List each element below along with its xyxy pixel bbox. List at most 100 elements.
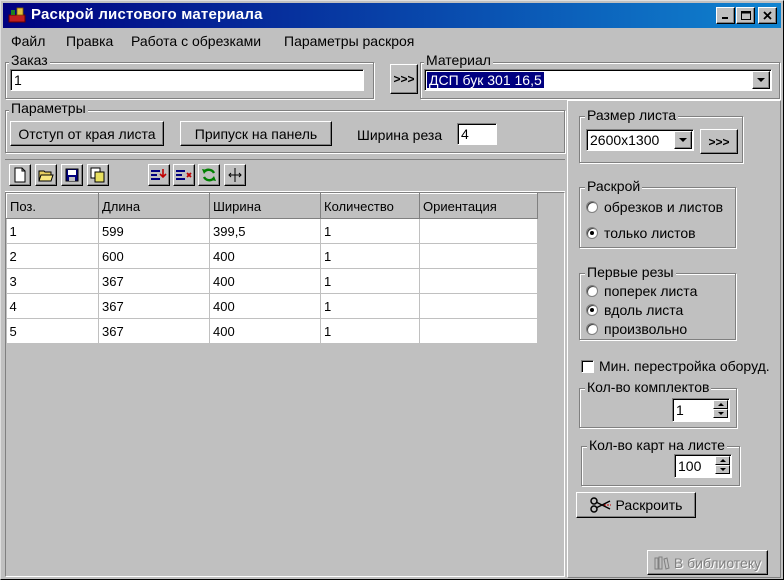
material-dropdown-button[interactable] — [752, 71, 770, 89]
refresh-button[interactable] — [198, 164, 220, 186]
cell[interactable]: 2 — [6, 243, 99, 269]
cell[interactable]: 1 — [320, 243, 420, 269]
order-arrow-button[interactable]: >>> — [390, 64, 418, 94]
cell[interactable]: 4 — [6, 293, 99, 319]
cut-button-label: Раскроить — [615, 497, 683, 513]
cards-spinbox[interactable]: 100 — [674, 454, 732, 478]
first-cuts-option-along[interactable]: вдоль листа — [604, 302, 683, 318]
split-button[interactable] — [224, 164, 246, 186]
cell[interactable]: 1 — [320, 293, 420, 319]
spin-down-button[interactable] — [715, 465, 730, 474]
first-cuts-radio-along[interactable] — [586, 304, 598, 316]
cards-spinner[interactable] — [715, 456, 730, 474]
minimize-button[interactable] — [716, 7, 735, 24]
down-arrow-icon — [719, 468, 726, 471]
col-width[interactable]: Ширина — [209, 193, 321, 219]
kits-spinbox[interactable]: 1 — [672, 398, 730, 422]
cell[interactable]: 367 — [98, 318, 210, 344]
cell[interactable] — [419, 268, 538, 294]
first-cuts-option-any[interactable]: произвольно — [604, 321, 687, 337]
first-cuts-radio-across[interactable] — [586, 285, 598, 297]
sheet-size-dropdown-button[interactable] — [674, 131, 692, 149]
cell[interactable]: 400 — [209, 318, 321, 344]
table-row[interactable]: 3 367 400 1 — [6, 268, 538, 294]
menu-offcuts[interactable]: Работа с обрезками — [131, 33, 261, 49]
cell[interactable]: 599 — [98, 218, 210, 244]
col-pos[interactable]: Поз. — [6, 193, 99, 219]
cell[interactable]: 399,5 — [209, 218, 321, 244]
down-arrow-icon — [717, 412, 724, 415]
order-input[interactable]: 1 — [10, 69, 364, 91]
cards-label: Кол-во карт на листе — [587, 437, 727, 453]
spin-up-button[interactable] — [713, 400, 728, 409]
sheet-size-value: 2600x1300 — [590, 132, 660, 148]
cell[interactable]: 3 — [6, 268, 99, 294]
cell[interactable]: 5 — [6, 318, 99, 344]
menu-file[interactable]: Файл — [11, 33, 45, 49]
cutting-option-offcuts[interactable]: обрезков и листов — [604, 199, 723, 215]
cutting-option-sheets[interactable]: только листов — [604, 225, 696, 241]
cell[interactable] — [419, 318, 538, 344]
sheet-size-arrow-button[interactable]: >>> — [700, 129, 738, 154]
kerf-label: Ширина реза — [357, 127, 443, 143]
sheet-size-select[interactable]: 2600x1300 — [586, 129, 694, 151]
menu-edit[interactable]: Правка — [66, 33, 113, 49]
cell[interactable] — [419, 293, 538, 319]
main-window: Раскрой листового материала Файл Правка … — [0, 0, 784, 580]
cell[interactable]: 400 — [209, 293, 321, 319]
cell[interactable] — [419, 243, 538, 269]
cell[interactable]: 1 — [320, 318, 420, 344]
cell[interactable]: 1 — [6, 218, 99, 244]
min-rebuild-checkbox[interactable] — [581, 360, 594, 373]
open-button[interactable] — [35, 164, 57, 186]
menu-cutting-params[interactable]: Параметры раскроя — [284, 33, 414, 49]
order-label: Заказ — [9, 52, 50, 68]
table-row[interactable]: 2 600 400 1 — [6, 243, 538, 269]
cell[interactable]: 400 — [209, 268, 321, 294]
cell[interactable]: 400 — [209, 243, 321, 269]
cell[interactable]: 1 — [320, 218, 420, 244]
spin-up-button[interactable] — [715, 456, 730, 465]
col-qty[interactable]: Количество — [320, 193, 420, 219]
delete-row-icon — [176, 170, 192, 180]
delete-row-button[interactable] — [173, 164, 195, 186]
close-button[interactable] — [758, 7, 777, 24]
cell[interactable]: 600 — [98, 243, 210, 269]
table-row[interactable]: 5 367 400 1 — [6, 318, 538, 344]
cell[interactable] — [419, 218, 538, 244]
kerf-value: 4 — [461, 126, 469, 142]
close-icon — [762, 11, 772, 20]
kits-spinner[interactable] — [713, 400, 728, 418]
parts-table-container[interactable]: Поз. Длина Ширина Количество Ориентация … — [5, 192, 565, 577]
insert-row-button[interactable] — [148, 164, 170, 186]
library-button[interactable]: В библиотеку — [647, 550, 768, 575]
min-rebuild-label[interactable]: Мин. перестройка оборуд. — [599, 358, 770, 374]
copy-button[interactable] — [87, 164, 109, 186]
refresh-icon — [202, 168, 216, 182]
cell[interactable]: 1 — [320, 268, 420, 294]
spin-down-button[interactable] — [713, 409, 728, 418]
new-button[interactable] — [9, 164, 31, 186]
save-button[interactable] — [61, 164, 83, 186]
first-cuts-option-across[interactable]: поперек листа — [604, 283, 697, 299]
cell[interactable]: 367 — [98, 268, 210, 294]
app-icon — [8, 7, 26, 23]
open-folder-icon — [38, 170, 54, 182]
material-select[interactable]: ДСП бук 301 16,5 — [424, 69, 772, 91]
col-orientation[interactable]: Ориентация — [419, 193, 538, 219]
kerf-input[interactable]: 4 — [457, 123, 497, 145]
table-row[interactable]: 4 367 400 1 — [6, 293, 538, 319]
copy-icon — [90, 167, 105, 183]
title-bar[interactable]: Раскрой листового материала — [3, 3, 781, 28]
cut-button[interactable]: Раскроить — [576, 492, 696, 518]
col-length[interactable]: Длина — [98, 193, 210, 219]
parts-table: Поз. Длина Ширина Количество Ориентация … — [6, 193, 538, 344]
allowance-button[interactable]: Припуск на панель — [180, 121, 332, 146]
table-row[interactable]: 1 599 399,5 1 — [6, 218, 538, 244]
cutting-radio-sheets[interactable] — [586, 227, 598, 239]
offset-button[interactable]: Отступ от края листа — [10, 121, 164, 146]
cutting-radio-offcuts[interactable] — [586, 201, 598, 213]
maximize-button[interactable] — [736, 7, 755, 24]
first-cuts-radio-any[interactable] — [586, 323, 598, 335]
cell[interactable]: 367 — [98, 293, 210, 319]
